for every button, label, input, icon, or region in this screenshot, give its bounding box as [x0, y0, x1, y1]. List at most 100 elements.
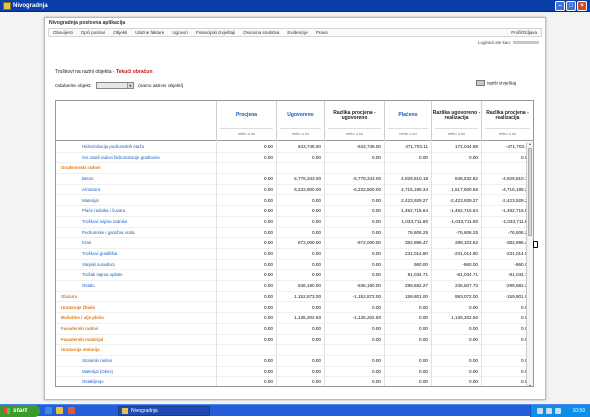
explorer-quicklaunch-icon[interactable] — [56, 407, 64, 414]
category-label[interactable]: Unutarnje žbuke — [61, 303, 95, 314]
item-label[interactable]: Troškovi gradilišta — [82, 249, 117, 260]
start-button[interactable]: start — [0, 405, 40, 417]
table-cell: -231,014.80 — [453, 251, 478, 256]
vertical-scrollbar[interactable]: ▴ ▾ — [526, 142, 533, 387]
table-cell: 0.00 — [312, 379, 321, 385]
network-tray-icon[interactable] — [537, 408, 543, 414]
table-row[interactable]: Kran 0.00 672,000.00 -672,000.00 382,896.47 2… — [56, 238, 530, 249]
menu-item[interactable]: Ugovori — [172, 29, 188, 36]
item-label[interactable]: Troškovi najma radnika — [82, 217, 127, 228]
table-cell: -2,423,929.27 — [449, 197, 478, 203]
menu-item[interactable]: Osnovna sredstva — [243, 29, 279, 36]
table-row[interactable]: Svi ostali radovi hidroizolacije građevi… — [56, 153, 530, 164]
scroll-down-arrow[interactable]: ▾ — [528, 384, 532, 387]
item-label[interactable]: Vanjski suradnici — [82, 260, 115, 271]
scroll-up-arrow[interactable]: ▴ — [528, 142, 532, 146]
item-label[interactable]: Hidroizolacija podrumskih etaža — [82, 142, 144, 153]
table-cell: 1,152,873.00 — [294, 293, 321, 299]
maximize-button[interactable]: □ — [566, 1, 576, 11]
table-cell: -6,232,800.00 — [352, 186, 381, 192]
browser-quicklaunch-icon[interactable] — [45, 407, 52, 414]
category-label[interactable]: Unutarnja stolarija — [61, 345, 100, 356]
scroll-thumb[interactable] — [528, 148, 532, 236]
table-row[interactable]: Glazura 0.00 1,152,873.00 -1,152,873.00 159,… — [56, 292, 530, 303]
item-label[interactable]: Beton — [82, 174, 93, 185]
table-row[interactable]: Bušotine i ulje ploča 0.00 1,135,202.50 -1,… — [56, 313, 530, 324]
table-row[interactable]: Građevinski radovi — [56, 163, 526, 175]
media-quicklaunch-icon[interactable] — [67, 407, 75, 414]
table-row[interactable]: Materijal 0.00 0.00 0.00 2,423,929.27 -2,423,… — [56, 196, 530, 207]
table-row[interactable]: Ostalo 0.00 536,190.00 -536,190.00 299,682.2… — [56, 281, 530, 292]
menu-item[interactable]: Prava — [316, 29, 328, 36]
profile-logout-link[interactable]: Profil/Odjava — [511, 29, 537, 36]
item-label[interactable]: Podrumske i garažna vrata — [82, 228, 134, 239]
item-label[interactable]: Materijal — [82, 196, 99, 207]
table-cell: -159,801.00 — [505, 293, 530, 299]
table-cell: 0.00 — [481, 335, 530, 346]
table-row[interactable]: Stolarski radovi0.000.000.000.000.000.00 — [56, 356, 530, 367]
table-cell: -1,033,711.80 — [501, 218, 530, 224]
table-cell: 0.00 — [372, 154, 381, 160]
table-row[interactable]: Trošak najma opilate 0.00 0.00 0.00 81,034.7… — [56, 270, 530, 282]
menu-item[interactable]: Objekti — [113, 29, 127, 36]
table-row[interactable]: Hidroizolacija podrumskih etaža 0.00 643,7… — [56, 142, 530, 153]
table-row[interactable]: Troškovi gradilišta 0.00 0.00 0.00 231,014.8… — [56, 249, 530, 260]
item-label[interactable]: Ostakljenje — [82, 377, 104, 386]
minimize-button[interactable]: – — [555, 1, 565, 11]
menu-item[interactable]: Ulazne fakture — [135, 29, 164, 36]
menu-item[interactable]: Financijski izvještaji — [196, 29, 235, 36]
table-cell: 0.00 — [264, 336, 273, 342]
table-cell: -2,423,929.27 — [501, 197, 530, 203]
menu-item[interactable]: Opći poslovi — [81, 29, 106, 36]
table-row[interactable]: Ostakljenje0.000.000.000.000.000.00 — [56, 377, 530, 386]
menu-item[interactable]: Evidencije — [287, 29, 308, 36]
item-label[interactable]: Trošak najma opilate — [82, 270, 123, 281]
table-row[interactable]: Unutarnje žbuke0.000.000.000.000.000.00 — [56, 303, 530, 314]
table-cell: 0.00 — [264, 186, 273, 192]
table-cell: 0.00 — [419, 368, 428, 374]
item-label[interactable]: Stolarski radovi — [82, 356, 112, 367]
table-cell: 0.00 — [312, 208, 321, 214]
table-cell: 643,748.00 — [298, 144, 321, 149]
table-row[interactable]: Unutarnja stolarija — [56, 345, 526, 356]
taskbar-window-button[interactable]: Nivogradnja — [118, 406, 210, 416]
table-row[interactable]: Beton 0.00 5,778,343.00 -5,778,343.00 4,929,… — [56, 174, 530, 185]
category-label[interactable]: Bušotine i ulje ploča — [61, 313, 104, 324]
table-row[interactable]: Armatura 0.00 6,232,800.00 -6,232,800.00 4,7… — [56, 185, 530, 196]
category-label[interactable]: Fasaderski materijal — [61, 335, 103, 346]
close-button[interactable]: × — [577, 1, 587, 11]
category-label[interactable]: Fasaderski radovi — [61, 324, 98, 335]
table-row[interactable]: Plaće radnika i čuvara 0.00 0.00 0.00 1,482,… — [56, 206, 530, 217]
menu-item[interactable]: Obavijesti — [53, 29, 73, 36]
table-cell: -81,034.71 — [456, 272, 478, 278]
table-cell: 0.00 — [312, 229, 321, 235]
table-row[interactable]: Vanjski suradnici 0.00 0.00 0.00 960.00 -960.… — [56, 260, 530, 271]
table-row[interactable]: Troškovi najma radnika 0.00 0.00 0.00 1,033,… — [56, 217, 530, 228]
table-row[interactable]: Fasaderski radovi0.000.000.000.000.000.0… — [56, 324, 530, 335]
item-label[interactable]: Kran — [82, 238, 91, 249]
table-cell: 0.00 — [312, 368, 321, 374]
app-task-icon — [122, 408, 128, 414]
table-cell: 0.00 — [372, 229, 381, 235]
object-select[interactable]: ▾ — [95, 82, 134, 89]
table-cell: 0.00 — [419, 358, 428, 363]
item-label[interactable]: Materijal (Okov) — [82, 367, 113, 378]
table-row[interactable]: Materijal (Okov)0.000.000.000.000.000.00 — [56, 367, 530, 378]
table-cell: 0.00 — [372, 304, 381, 310]
item-label[interactable]: Armatura — [82, 185, 100, 196]
table-cell: 0.00 — [264, 218, 273, 224]
table-row[interactable]: Fasaderski materijal 0.00 0.00 0.00 0.00 0.00… — [56, 335, 530, 346]
security-tray-icon[interactable] — [555, 408, 561, 414]
item-label[interactable]: Ostalo — [82, 281, 95, 292]
printer-icon — [476, 80, 485, 86]
table-cell: 172,044.89 — [455, 144, 478, 149]
table-row[interactable]: Podrumske i garažna vrata 0.00 0.00 0.00 76,… — [56, 228, 530, 239]
table-cell: 0.00 — [372, 197, 381, 203]
volume-tray-icon[interactable] — [546, 408, 552, 414]
print-report-button[interactable]: ispiši izvještaj — [476, 80, 516, 86]
category-label[interactable]: Glazura — [61, 292, 77, 303]
username-redacted — [513, 41, 539, 45]
item-label[interactable]: Plaće radnika i čuvara — [82, 206, 125, 217]
category-label[interactable]: Građevinski radovi — [61, 163, 101, 174]
item-label[interactable]: Svi ostali radovi hidroizolacije građevi… — [82, 153, 160, 164]
